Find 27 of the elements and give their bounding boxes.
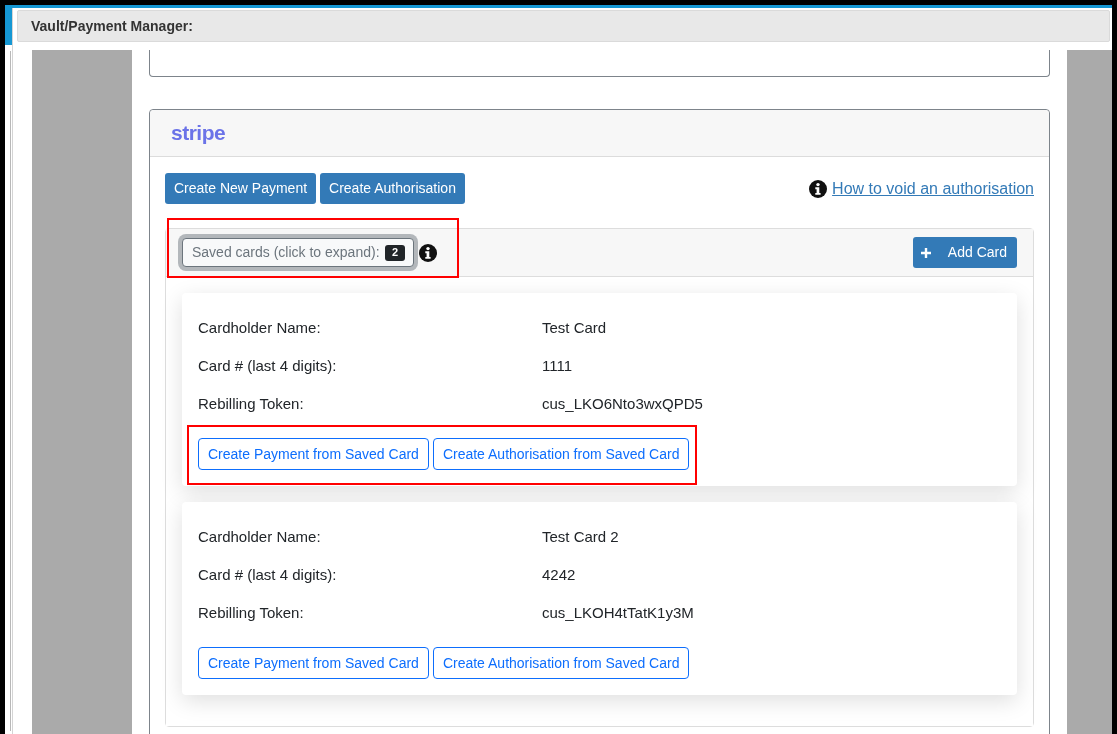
info-icon [419,243,437,262]
create-payment-button[interactable]: Create New Payment [165,173,317,204]
card-count: 2 [385,244,405,261]
field-value: cus_LKO6Nto3wxQPD5 [542,393,703,414]
info-icon [809,179,828,198]
create-payment-from-card-button[interactable]: Create Payment from Saved Card [198,647,429,679]
field-value: Test Card 2 [542,526,619,547]
field-value: 4242 [542,564,576,585]
field-label: Cardholder Name: [198,317,322,338]
field-label: Cardholder Name: [198,526,322,547]
create-authorisation-button[interactable]: Create Authorisation [320,173,465,204]
field-value: 1111 [542,355,573,376]
plus-icon [920,247,931,258]
create-authorisation-from-card-button[interactable]: Create Authorisation from Saved Card [432,647,690,679]
dialog-title: Vault/Payment Manager: [31,16,193,36]
field-label: Card # (last 4 digits): [198,355,338,376]
create-payment-from-card-button[interactable]: Create Payment from Saved Card [198,438,429,470]
add-card-button[interactable]: Add Card [912,237,1017,268]
help-link[interactable]: How to void an authorisation [832,176,1034,201]
field-label: Rebilling Token: [198,602,305,623]
saved-cards-label: Saved cards (click to expand): [192,243,380,262]
create-authorisation-from-card-button[interactable]: Create Authorisation from Saved Card [432,438,690,470]
field-value: cus_LKOH4tTatK1y3M [542,602,694,623]
field-label: Card # (last 4 digits): [198,564,338,585]
logo-text: stripe [171,120,226,147]
field-value: Test Card [542,317,607,338]
field-label: Rebilling Token: [198,393,305,414]
